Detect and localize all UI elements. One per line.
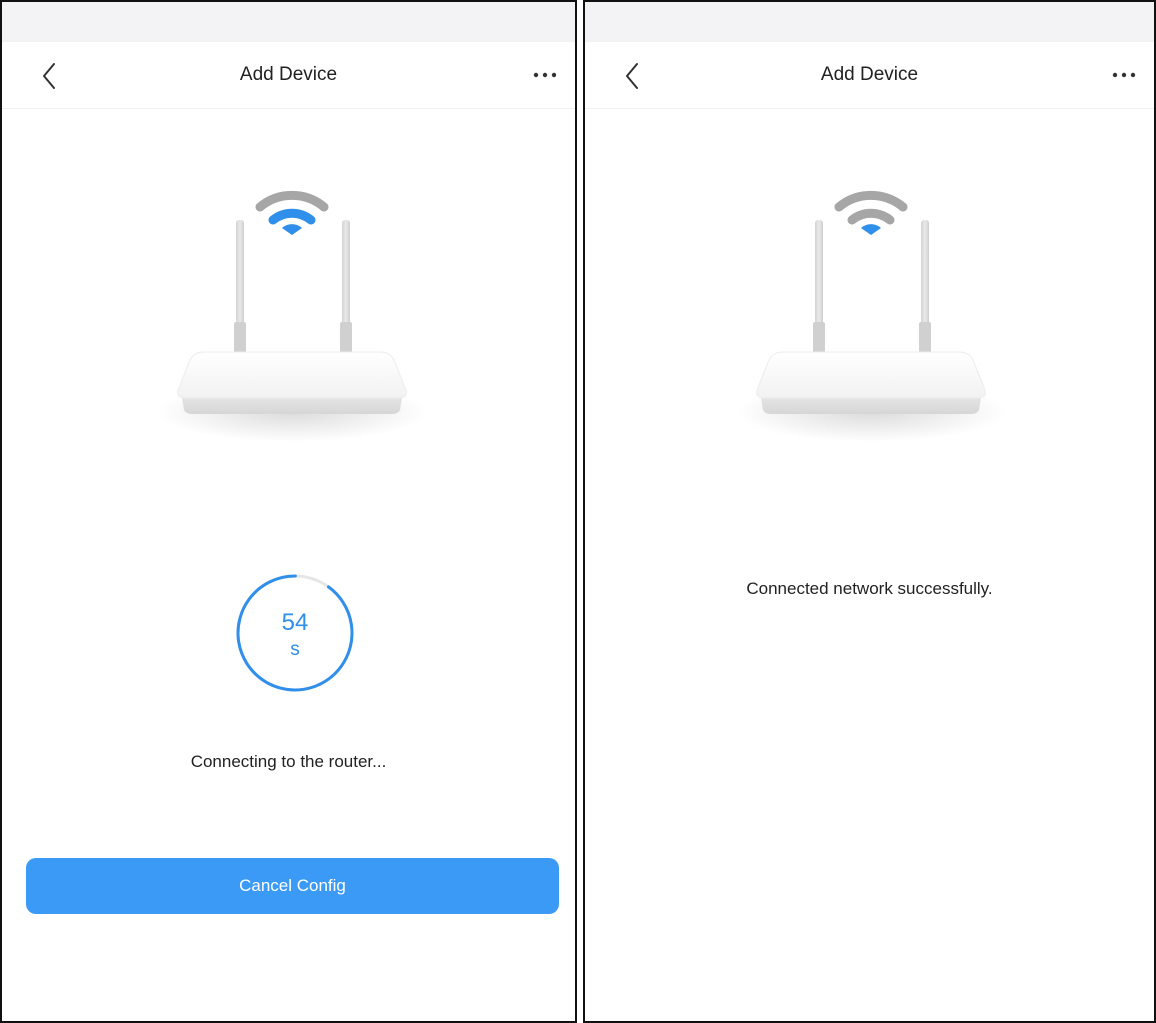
router-illustration: [152, 172, 432, 452]
wifi-icon: [834, 190, 908, 235]
right-screen: Add Device Connected network successfull…: [583, 0, 1156, 1023]
chevron-left-icon: [626, 63, 638, 89]
more-dots-icon: [1112, 72, 1136, 78]
router-icon: [736, 190, 1006, 442]
status-bar: [2, 2, 575, 42]
back-button[interactable]: [30, 56, 70, 96]
countdown-value: 54: [281, 609, 309, 636]
back-button[interactable]: [613, 56, 653, 96]
app-bar: Add Device: [2, 42, 575, 109]
page-title: Add Device: [820, 64, 919, 85]
router-icon: [157, 190, 427, 442]
router-illustration: [731, 172, 1011, 452]
chevron-left-icon: [43, 63, 55, 89]
countdown-timer: 54 s: [233, 571, 357, 695]
app-bar: Add Device: [585, 42, 1154, 109]
status-bar: [585, 2, 1154, 42]
page-title: Add Device: [239, 64, 338, 85]
connecting-status-text: Connecting to the router...: [190, 752, 387, 771]
wifi-icon: [255, 190, 329, 235]
success-status-text: Connected network successfully.: [746, 579, 993, 598]
more-button[interactable]: [525, 60, 565, 90]
cancel-config-button[interactable]: Cancel Config: [26, 858, 559, 914]
countdown-unit: s: [290, 639, 300, 660]
more-button[interactable]: [1104, 60, 1144, 90]
more-dots-icon: [533, 72, 557, 78]
left-screen: Add Device 54 s Connecting to the router…: [0, 0, 577, 1023]
